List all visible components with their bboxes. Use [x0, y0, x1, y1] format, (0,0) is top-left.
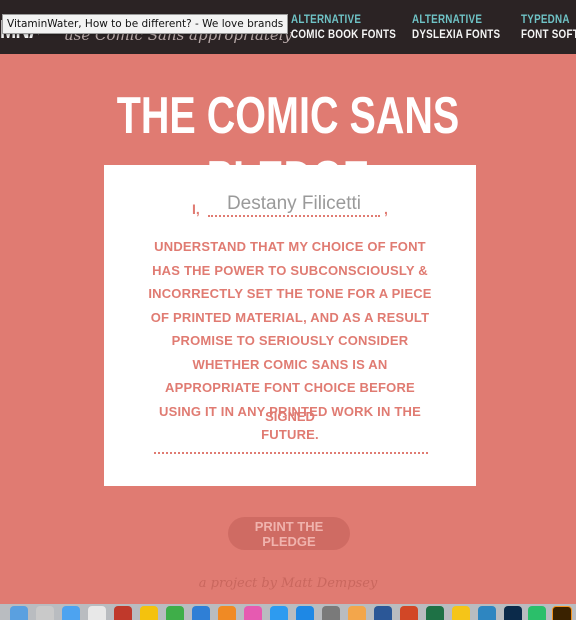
print-pledge-button[interactable]: PRINT THE PLEDGE — [228, 517, 350, 550]
preview-icon[interactable] — [218, 606, 236, 620]
photo-booth-icon[interactable] — [114, 606, 132, 620]
word-icon[interactable] — [374, 606, 392, 620]
itunes-icon[interactable] — [244, 606, 262, 620]
outlook-icon[interactable] — [452, 606, 470, 620]
nav-comic-book-fonts[interactable]: ALTERNATIVE COMIC BOOK FONTS — [291, 12, 396, 42]
dock — [0, 604, 576, 620]
notes-icon[interactable] — [62, 606, 80, 620]
nav-label-bottom: COMIC BOOK FONTS — [291, 27, 397, 41]
nav-label-top: TYPEDNA — [521, 12, 570, 26]
globe-icon[interactable] — [478, 606, 496, 620]
signed-label: SIGNED — [265, 409, 315, 424]
finder-icon[interactable] — [10, 606, 28, 620]
safari-icon[interactable] — [270, 606, 288, 620]
pledge-card: I, , UNDERSTAND THAT MY CHOICE OF FONT H… — [104, 165, 476, 486]
illustrator-icon[interactable] — [552, 606, 572, 620]
nav-label-top: ALTERNATIVE — [412, 12, 483, 26]
nav-dyslexia-fonts[interactable]: ALTERNATIVE DYSLEXIA FONTS — [412, 12, 500, 42]
nav-typedna[interactable]: TYPEDNA FONT SOFTW — [521, 12, 576, 42]
photos-icon[interactable] — [348, 606, 366, 620]
pledge-prefix: I, — [192, 201, 200, 217]
credit-text[interactable]: a project by Matt Dempsey — [0, 576, 576, 591]
numbers-icon[interactable] — [166, 606, 184, 620]
app-store-icon[interactable] — [296, 606, 314, 620]
chrome-icon[interactable] — [140, 606, 158, 620]
nav-label-top: ALTERNATIVE — [291, 12, 362, 26]
calendar-icon[interactable] — [88, 606, 106, 620]
launchpad-icon[interactable] — [36, 606, 54, 620]
signature-line[interactable] — [154, 452, 428, 454]
powerpoint-icon[interactable] — [400, 606, 418, 620]
photoshop-icon[interactable] — [504, 606, 522, 620]
chrome-alt-icon[interactable] — [528, 606, 546, 620]
name-line: I, , — [192, 193, 392, 219]
top-header-bar: MNAL use Comic Sans appropriately Vitami… — [0, 0, 576, 54]
pledge-suffix: , — [384, 201, 388, 217]
excel-icon[interactable] — [426, 606, 444, 620]
name-input[interactable] — [208, 193, 380, 217]
browser-tooltip: VitaminWater, How to be different? - We … — [2, 14, 289, 34]
keynote-icon[interactable] — [192, 606, 210, 620]
nav-label-bottom: DYSLEXIA FONTS — [412, 27, 501, 41]
nav-label-bottom: FONT SOFTW — [521, 27, 576, 41]
system-preferences-icon[interactable] — [322, 606, 340, 620]
